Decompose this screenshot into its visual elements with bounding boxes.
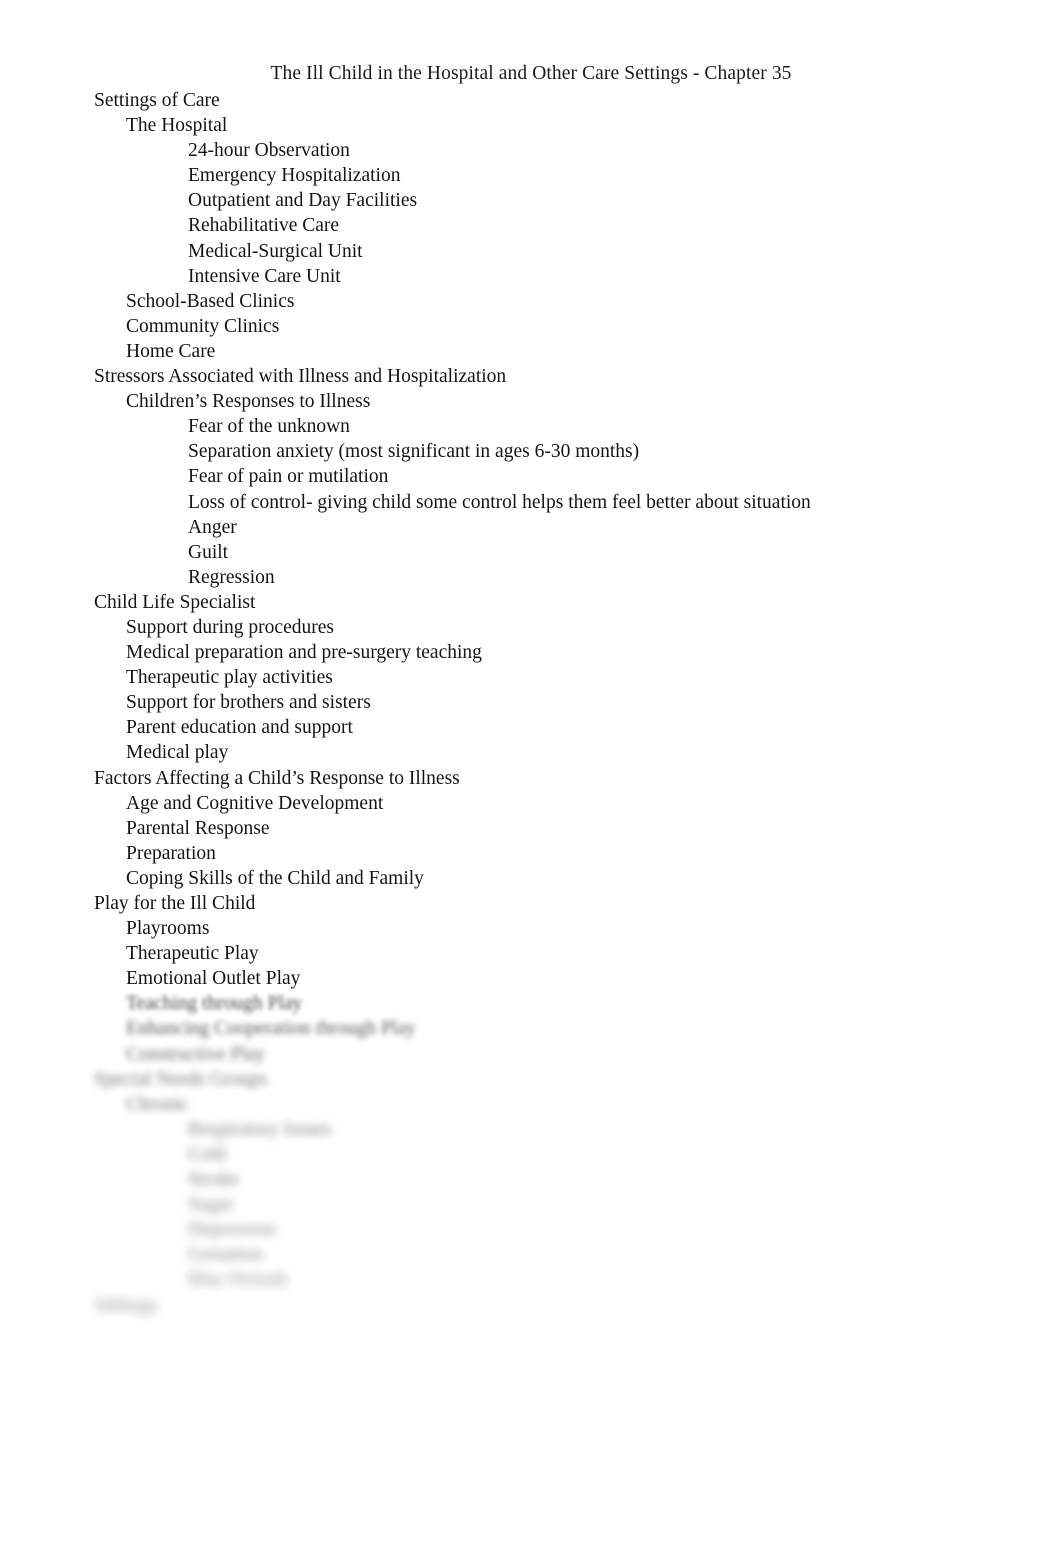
outline-line: Anger [188,516,237,538]
outline-line: Outpatient and Day Facilities [188,190,418,212]
outline-line: Constructive Play [126,1043,266,1065]
outline-line: Parent education and support [126,717,353,739]
outline-line: School-Based Clinics [126,290,295,312]
outline-line: Home Care [126,340,216,362]
outline-line: Rehabilitative Care [188,215,340,237]
outline-line: 24-hour Observation [188,140,350,162]
outline-line: Therapeutic play activities [126,667,333,689]
outline-line: Play for the Ill Child [94,893,256,914]
outline-line: Intensive Care Unit [188,265,341,287]
outline-line: Gestation [188,1244,263,1266]
outline-line: Support during procedures [126,616,334,638]
outline-line: Teaching through Play [126,993,303,1015]
document-outline: Settings of Care The Hospital 24-hour Obse… [0,88,1062,1318]
outline-line: Stroke [188,1169,239,1191]
outline-line: Playrooms [126,918,210,940]
outline-line: Blue Periods [188,1269,289,1291]
outline-line: Fear of pain or mutilation [188,466,389,488]
outline-line: Medical-Surgical Unit [188,240,363,262]
outline-line: Coping Skills of the Child and Family [126,867,424,889]
outline-line: Medical play [126,742,229,764]
outline-line: Factors Affecting a Child’s Response to … [94,767,460,789]
outline-line: Parental Response [126,817,270,839]
outline-line: Therapeutic Play [126,943,259,965]
outline-line: Guilt [188,541,229,563]
outline-line: Sugar [188,1194,234,1216]
outline-line: Preparation [126,842,216,864]
outline-line: Medical preparation and pre-surgery teac… [126,642,482,664]
outline-line: Community Clinics [126,315,280,337]
document-header-title: The Ill Child in the Hospital and Other … [270,63,792,84]
outline-line: Emotional Outlet Play [126,968,301,990]
outline-line: Support for brothers and sisters [126,692,371,714]
outline-line: Emergency Hospitalization [188,165,401,187]
outline-line: Fear of the unknown [188,416,350,438]
outline-line: The Hospital [126,115,228,137]
outline-line: Chronic [126,1093,189,1115]
document-page: The Ill Child in the Hospital and Other … [0,0,1062,1561]
outline-line: Siblings [94,1294,158,1316]
outline-line: Child Life Specialist [94,591,256,613]
outline-line: Separation anxiety (most significant in … [188,441,640,463]
outline-line: Enhancing Cooperation through Play [126,1018,416,1040]
outline-line: Regression [188,566,275,588]
outline-line: Depression [188,1219,276,1241]
outline-line: Cold [188,1143,226,1165]
outline-line: Special Needs Groups [94,1068,268,1090]
outline-line: Settings of Care [94,90,220,111]
outline-line: Children’s Responses to Illness [126,391,371,413]
outline-line: Stressors Associated with Illness and Ho… [94,366,507,388]
outline-line: Respiratory Issues [188,1118,332,1140]
outline-line: Loss of control- giving child some contr… [188,491,811,513]
outline-line: Age and Cognitive Development [126,792,384,814]
